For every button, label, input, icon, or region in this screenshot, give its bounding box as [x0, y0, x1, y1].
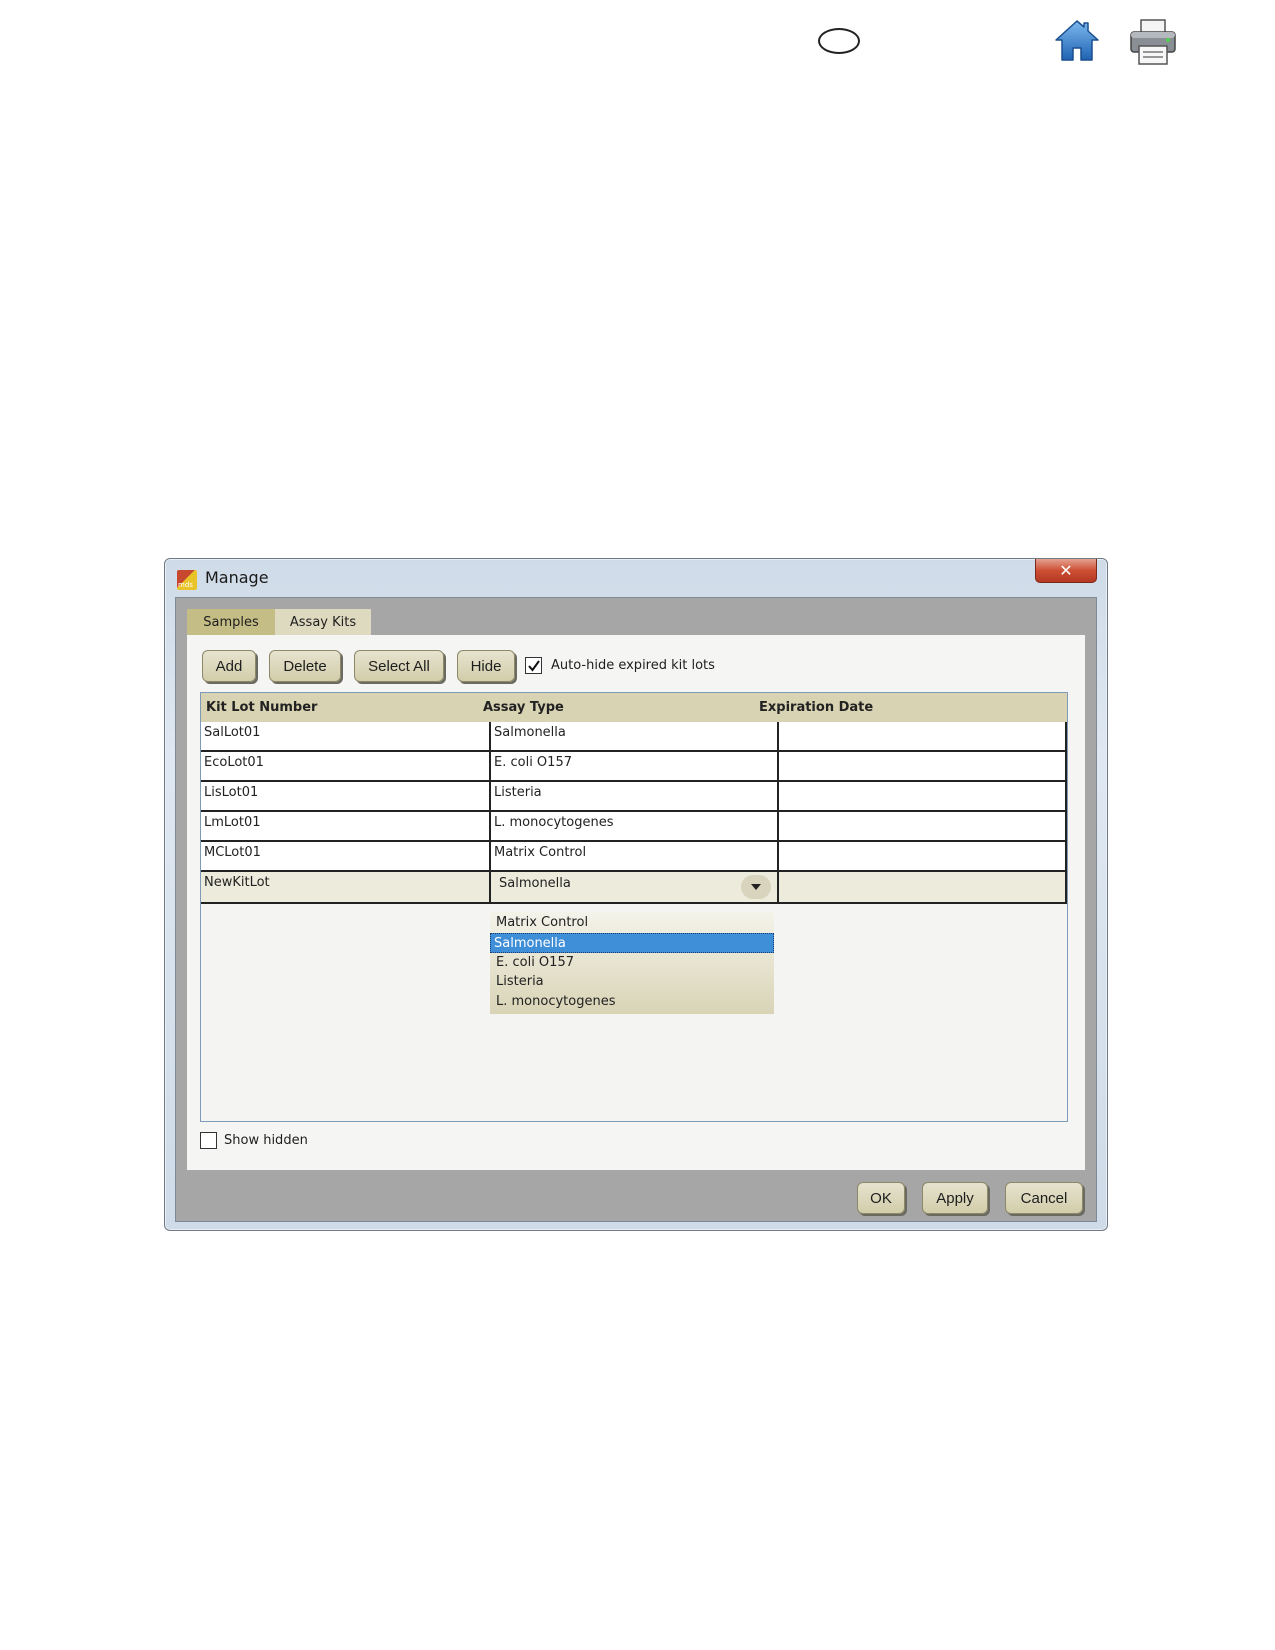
delete-button[interactable]: Delete	[269, 650, 341, 682]
cell-expiration-date[interactable]	[777, 722, 1067, 750]
dropdown-option-matrix-control[interactable]: Matrix Control	[490, 913, 774, 933]
cell-kit-lot-number[interactable]: MCLot01	[201, 842, 489, 870]
table-row[interactable]: MCLot01 Matrix Control	[201, 842, 1067, 872]
cell-expiration-date[interactable]	[777, 752, 1067, 780]
apply-button[interactable]: Apply	[922, 1182, 988, 1214]
dropdown-option-l-monocytogenes[interactable]: L. monocytogenes	[490, 992, 774, 1012]
hide-button[interactable]: Hide	[457, 650, 515, 682]
tab-samples[interactable]: Samples	[187, 609, 275, 635]
home-icon[interactable]	[1054, 18, 1100, 64]
column-header-expiration-date[interactable]: Expiration Date	[759, 700, 873, 715]
manage-window: mds Manage ✕ Samples Assay Kits Add Dele…	[164, 558, 1108, 1231]
cell-expiration-date[interactable]	[777, 782, 1067, 810]
show-hidden-label: Show hidden	[224, 1133, 308, 1148]
window-client-area: Samples Assay Kits Add Delete Select All…	[175, 597, 1097, 1222]
table-row[interactable]: LmLot01 L. monocytogenes	[201, 812, 1067, 842]
oval-icon	[818, 28, 860, 54]
combobox-value: Salmonella	[499, 876, 571, 891]
chevron-down-icon[interactable]	[741, 875, 771, 899]
title-bar[interactable]: mds Manage ✕	[165, 559, 1107, 597]
assay-type-combobox[interactable]: Salmonella	[489, 872, 777, 902]
cell-kit-lot-number[interactable]: LmLot01	[201, 812, 489, 840]
column-header-kit-lot-number[interactable]: Kit Lot Number	[206, 700, 317, 715]
tab-assay-kits[interactable]: Assay Kits	[275, 609, 371, 635]
select-all-button[interactable]: Select All	[354, 650, 444, 682]
show-hidden-checkbox[interactable]	[200, 1132, 217, 1149]
cell-assay-type[interactable]: Listeria	[489, 782, 777, 810]
cell-expiration-date[interactable]	[777, 812, 1067, 840]
cell-kit-lot-number[interactable]: SalLot01	[201, 722, 489, 750]
cell-kit-lot-number[interactable]: NewKitLot	[201, 872, 489, 902]
auto-hide-checkbox[interactable]	[525, 657, 542, 674]
table-row[interactable]: EcoLot01 E. coli O157	[201, 752, 1067, 782]
auto-hide-label: Auto-hide expired kit lots	[551, 658, 715, 673]
printer-icon[interactable]	[1128, 18, 1178, 66]
window-title: Manage	[205, 568, 269, 587]
samples-panel: Add Delete Select All Hide Auto-hide exp…	[187, 635, 1085, 1170]
app-logo-icon: mds	[177, 570, 197, 590]
table-row[interactable]: LisLot01 Listeria	[201, 782, 1067, 812]
assay-type-dropdown-list: Matrix Control Salmonella E. coli O157 L…	[490, 912, 774, 1014]
editing-row[interactable]: NewKitLot Salmonella	[201, 872, 1067, 904]
ok-button[interactable]: OK	[857, 1182, 905, 1214]
column-header-assay-type[interactable]: Assay Type	[483, 700, 564, 715]
close-icon: ✕	[1059, 560, 1073, 580]
cell-kit-lot-number[interactable]: EcoLot01	[201, 752, 489, 780]
cancel-button[interactable]: Cancel	[1005, 1182, 1083, 1214]
cell-assay-type[interactable]: E. coli O157	[489, 752, 777, 780]
checkmark-icon	[527, 659, 540, 672]
app-logo-text: mds	[178, 581, 193, 589]
close-button[interactable]: ✕	[1035, 559, 1097, 583]
add-button[interactable]: Add	[202, 650, 256, 682]
cell-expiration-date[interactable]	[777, 842, 1067, 870]
cell-assay-type[interactable]: Matrix Control	[489, 842, 777, 870]
cell-expiration-date[interactable]	[777, 872, 1067, 902]
dropdown-option-salmonella[interactable]: Salmonella	[490, 933, 774, 953]
grid-header: Kit Lot Number Assay Type Expiration Dat…	[201, 693, 1067, 722]
dropdown-option-e-coli[interactable]: E. coli O157	[490, 953, 774, 973]
table-row[interactable]: SalLot01 Salmonella	[201, 722, 1067, 752]
dropdown-option-listeria[interactable]: Listeria	[490, 972, 774, 992]
cell-kit-lot-number[interactable]: LisLot01	[201, 782, 489, 810]
kit-lot-grid: Kit Lot Number Assay Type Expiration Dat…	[200, 692, 1068, 1122]
cell-assay-type[interactable]: L. monocytogenes	[489, 812, 777, 840]
cell-assay-type[interactable]: Salmonella	[489, 722, 777, 750]
